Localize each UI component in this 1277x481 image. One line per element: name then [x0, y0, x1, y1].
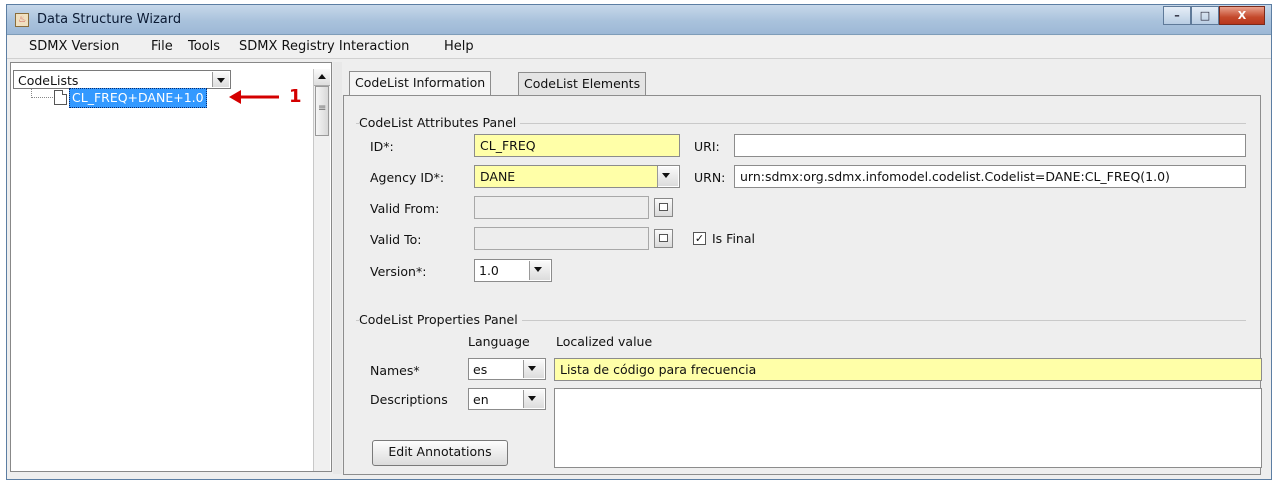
chevron-down-icon[interactable]: [657, 167, 678, 186]
maximize-button[interactable]: □: [1191, 6, 1219, 25]
descriptions-language-value: en: [473, 392, 489, 407]
split-pane-divider[interactable]: [333, 62, 342, 474]
is-final-checkbox[interactable]: ✓: [693, 232, 706, 245]
urn-label: URN:: [694, 170, 726, 185]
tree-node-codelist[interactable]: CL_FREQ+DANE+1.0: [69, 88, 207, 108]
scroll-up-icon[interactable]: [314, 69, 330, 86]
uri-label: URI:: [694, 139, 720, 154]
chevron-down-icon[interactable]: [529, 261, 550, 280]
tree-connector: [31, 97, 53, 98]
localized-value-column-header: Localized value: [556, 334, 653, 349]
menu-bar: SDMX Version File Tools SDMX Registry In…: [7, 36, 1271, 59]
id-label: ID*:: [370, 139, 394, 154]
chevron-down-icon[interactable]: [523, 360, 544, 378]
agency-dropdown-button[interactable]: [657, 165, 680, 188]
valid-to-label: Valid To:: [370, 232, 422, 247]
chevron-down-icon[interactable]: [523, 390, 544, 408]
menu-sdmx-version[interactable]: SDMX Version: [29, 39, 119, 54]
artefact-type-select[interactable]: CodeLists: [13, 70, 231, 89]
valid-to-field[interactable]: [474, 227, 649, 250]
artefact-type-value: CodeLists: [18, 73, 79, 88]
descriptions-language-select[interactable]: en: [468, 388, 546, 410]
names-language-select[interactable]: es: [468, 358, 546, 380]
version-label: Version*:: [370, 264, 427, 279]
calendar-icon[interactable]: [654, 198, 673, 217]
red-arrow-icon: [229, 90, 279, 104]
id-field[interactable]: CL_FREQ: [474, 134, 680, 157]
menu-tools[interactable]: Tools: [188, 39, 220, 54]
menu-help[interactable]: Help: [444, 39, 474, 54]
chevron-down-icon[interactable]: [212, 72, 229, 87]
names-language-value: es: [473, 362, 488, 377]
tab-codelist-information[interactable]: CodeList Information: [349, 71, 492, 96]
descriptions-textarea[interactable]: [554, 388, 1262, 468]
codelist-information-panel: CodeList Attributes Panel ID*: CL_FREQ U…: [343, 95, 1262, 475]
names-label: Names*: [370, 363, 420, 378]
descriptions-label: Descriptions: [370, 392, 448, 407]
window-controls: – □ X: [1163, 6, 1265, 25]
window-title: Data Structure Wizard: [37, 12, 182, 27]
close-button[interactable]: X: [1219, 6, 1265, 25]
menu-sdmx-registry-interaction[interactable]: SDMX Registry Interaction: [239, 39, 409, 54]
valid-from-label: Valid From:: [370, 201, 440, 216]
is-final-label: Is Final: [712, 231, 755, 246]
names-value-field[interactable]: Lista de código para frecuencia: [554, 358, 1262, 381]
codelist-tree-panel: [10, 62, 332, 472]
language-column-header: Language: [468, 334, 530, 349]
properties-panel-title: CodeList Properties Panel: [359, 312, 522, 327]
callout-number: 1: [289, 86, 302, 107]
valid-from-field[interactable]: [474, 196, 649, 219]
edit-annotations-button[interactable]: Edit Annotations: [372, 440, 508, 466]
calendar-icon[interactable]: [654, 229, 673, 248]
tree-scrollbar[interactable]: [313, 69, 330, 471]
minimize-button[interactable]: –: [1163, 6, 1191, 25]
version-select[interactable]: 1.0: [474, 259, 552, 282]
urn-field[interactable]: urn:sdmx:org.sdmx.infomodel.codelist.Cod…: [734, 165, 1246, 188]
version-value: 1.0: [479, 263, 499, 278]
document-icon: [54, 90, 67, 105]
java-app-icon: ♨: [15, 13, 29, 27]
agency-id-label: Agency ID*:: [370, 170, 445, 185]
uri-field[interactable]: [734, 134, 1246, 157]
title-bar: ♨ Data Structure Wizard – □ X: [7, 5, 1271, 35]
agency-id-value: DANE: [480, 169, 516, 184]
menu-file[interactable]: File: [151, 39, 173, 54]
scroll-thumb[interactable]: [315, 86, 329, 136]
tab-codelist-elements[interactable]: CodeList Elements: [518, 72, 647, 95]
agency-id-select[interactable]: DANE: [474, 165, 679, 188]
attributes-panel-title: CodeList Attributes Panel: [359, 115, 521, 130]
